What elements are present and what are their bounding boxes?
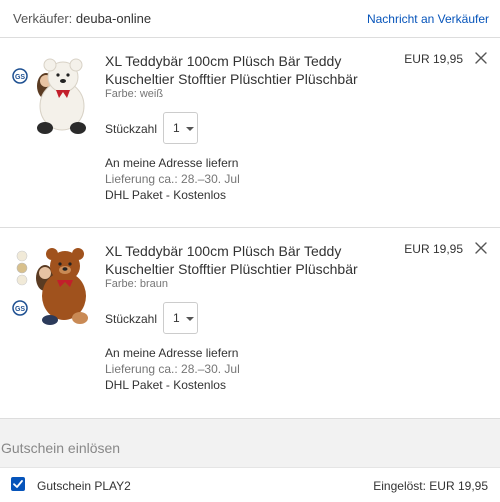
item-price: EUR 19,95	[404, 52, 463, 66]
delivery-estimate: Lieferung ca.: 28.–30. Jul	[105, 362, 240, 376]
svg-text:GS: GS	[15, 74, 25, 81]
remove-item-button[interactable]	[472, 49, 490, 67]
seller-bar: Verkäufer: deuba-online Nachricht an Ver…	[0, 0, 500, 38]
redeem-coupon-heading[interactable]: Gutschein einlösen	[1, 440, 120, 456]
quantity-label: Stückzahl	[105, 122, 158, 136]
chevron-down-icon	[186, 317, 194, 321]
shipping-carrier: DHL Paket - Kostenlos	[105, 378, 226, 392]
svg-text:GS: GS	[15, 306, 25, 313]
white-teddy-bear-image[interactable]: GS	[12, 48, 92, 138]
close-icon	[475, 242, 487, 254]
quantity-select[interactable]: 1	[163, 112, 198, 144]
seller-info: Verkäufer: deuba-online	[13, 11, 151, 26]
quantity-label: Stückzahl	[105, 312, 158, 326]
quantity-select[interactable]: 1	[163, 302, 198, 334]
seller-name[interactable]: deuba-online	[76, 11, 151, 26]
shipping-method: An meine Adresse liefern	[105, 346, 239, 360]
quantity-value: 1	[173, 121, 180, 135]
chevron-down-icon	[186, 127, 194, 131]
quantity-value: 1	[173, 311, 180, 325]
coupon-checkbox[interactable]	[11, 477, 25, 491]
shipping-carrier: DHL Paket - Kostenlos	[105, 188, 226, 202]
remove-item-button[interactable]	[472, 239, 490, 257]
seller-label: Verkäufer:	[13, 11, 73, 26]
cart-item: GS XL Teddybär 100cm Plüsch Bär Teddy Ku…	[0, 228, 500, 418]
item-title[interactable]: XL Teddybär 100cm Plüsch Bär Teddy Kusch…	[105, 52, 380, 88]
item-price: EUR 19,95	[404, 242, 463, 256]
brown-teddy-bear-image[interactable]: GS	[12, 238, 92, 328]
close-icon	[475, 52, 487, 64]
applied-coupon-row: Gutschein PLAY2 Eingelöst: EUR 19,95	[0, 467, 500, 502]
delivery-estimate: Lieferung ca.: 28.–30. Jul	[105, 172, 240, 186]
item-variant: Farbe: braun	[105, 278, 168, 290]
item-variant: Farbe: weiß	[105, 88, 164, 100]
item-title[interactable]: XL Teddybär 100cm Plüsch Bär Teddy Kusch…	[105, 242, 380, 278]
coupon-section: Gutschein einlösen Gutschein PLAY2 Einge…	[0, 418, 500, 502]
checkmark-icon	[13, 480, 23, 488]
redeemed-value: EUR 19,95	[429, 479, 488, 493]
coupon-code: Gutschein PLAY2	[37, 479, 131, 493]
redeemed-label: Eingelöst:	[373, 479, 426, 493]
cart-item: GS XL Teddybär 100cm Plüsch Bär Teddy Ku…	[0, 38, 500, 228]
shipping-method: An meine Adresse liefern	[105, 156, 239, 170]
redeemed-amount: Eingelöst: EUR 19,95	[373, 479, 488, 493]
contact-seller-link[interactable]: Nachricht an Verkäufer	[367, 12, 489, 26]
